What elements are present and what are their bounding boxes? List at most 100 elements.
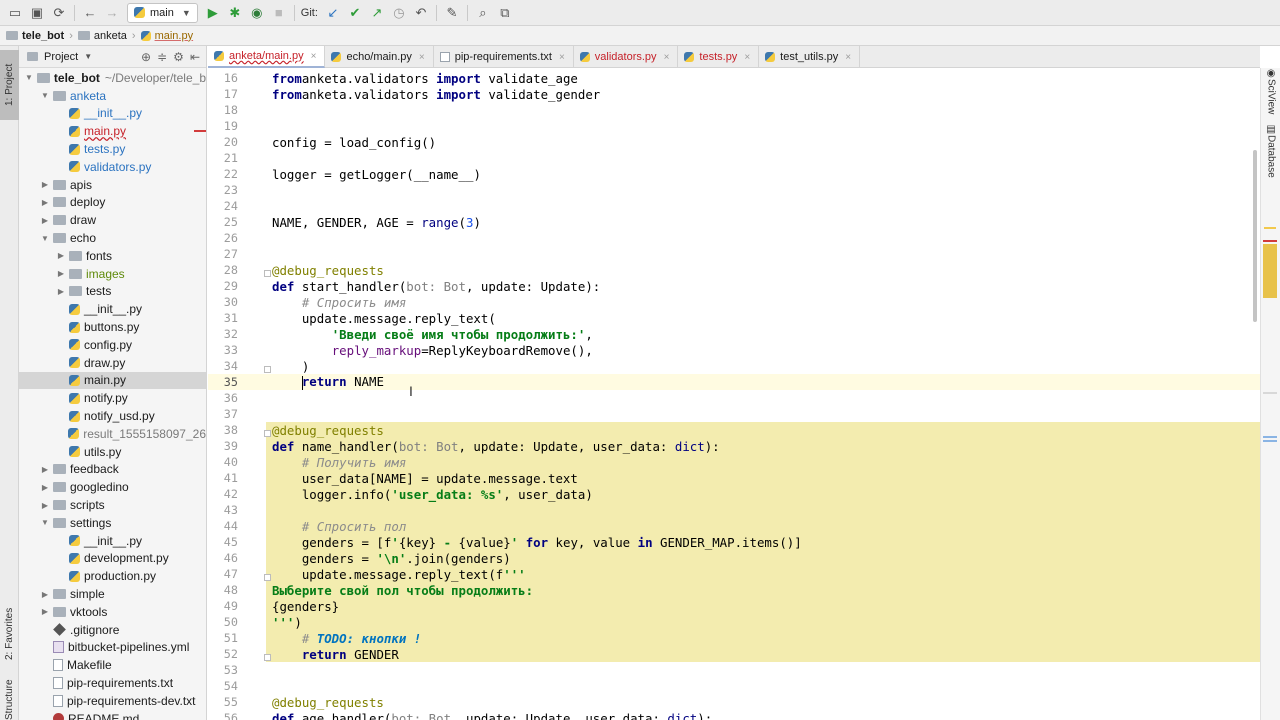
code-line[interactable]: 28 @debug_requests: [208, 262, 1260, 278]
chevron-down-icon[interactable]: ▼: [39, 91, 51, 100]
code-line[interactable]: 43: [208, 502, 1260, 518]
tree-folder[interactable]: ▶ images: [19, 265, 206, 283]
tree-folder[interactable]: ▼ echo: [19, 229, 206, 247]
run-icon[interactable]: ▶: [202, 2, 224, 24]
chevron-right-icon[interactable]: ▶: [39, 590, 51, 599]
tree-file[interactable]: .gitignore: [19, 621, 206, 639]
chevron-down-icon[interactable]: ▼: [39, 518, 51, 527]
chevron-down-icon[interactable]: ▼: [23, 73, 35, 82]
tree-file[interactable]: buttons.py: [19, 318, 206, 336]
tree-file[interactable]: main.py: [19, 122, 206, 140]
code-line[interactable]: 19: [208, 118, 1260, 134]
tree-folder[interactable]: ▶ apis: [19, 176, 206, 194]
tree-file[interactable]: config.py: [19, 336, 206, 354]
history-icon[interactable]: ◷: [388, 2, 410, 24]
code-editor[interactable]: 16 fromanketa.validators import validate_…: [208, 68, 1260, 720]
tree-folder[interactable]: ▶ simple: [19, 585, 206, 603]
error-marker[interactable]: [1263, 240, 1277, 242]
code-line[interactable]: 22 logger = getLogger(__name__): [208, 166, 1260, 182]
breadcrumb-file[interactable]: main.py: [140, 30, 193, 42]
chevron-right-icon[interactable]: ▶: [55, 269, 67, 278]
code-line[interactable]: 39 def name_handler(bot: Bot, update: Upd…: [208, 438, 1260, 454]
run-configuration-select[interactable]: main ▼: [127, 2, 198, 23]
fold-marker-icon[interactable]: [264, 366, 271, 373]
chevron-right-icon[interactable]: ▶: [39, 483, 51, 492]
close-tab-icon[interactable]: ×: [744, 52, 750, 63]
code-line[interactable]: 29 def start_handler(bot: Bot, update: Up…: [208, 278, 1260, 294]
close-tab-icon[interactable]: ×: [664, 52, 670, 63]
code-line[interactable]: 24: [208, 198, 1260, 214]
tree-file[interactable]: bitbucket-pipelines.yml: [19, 639, 206, 657]
tree-file[interactable]: pip-requirements-dev.txt: [19, 692, 206, 710]
code-line[interactable]: 25 NAME, GENDER, AGE = range(3): [208, 214, 1260, 230]
tree-file[interactable]: notify.py: [19, 389, 206, 407]
search-icon[interactable]: ⌕: [472, 2, 494, 24]
tree-file[interactable]: validators.py: [19, 158, 206, 176]
locate-icon[interactable]: ⊕: [141, 50, 151, 64]
editor-tab[interactable]: echo/main.py ×: [325, 46, 434, 68]
code-line[interactable]: 45 genders = [f'{key} - {value}' for key…: [208, 534, 1260, 550]
code-line[interactable]: 52 return GENDER: [208, 646, 1260, 662]
chevron-right-icon[interactable]: ▶: [39, 501, 51, 510]
coverage-icon[interactable]: ◉: [246, 2, 268, 24]
tree-folder[interactable]: ▶ fonts: [19, 247, 206, 265]
code-line[interactable]: 38 @debug_requests: [208, 422, 1260, 438]
editor-tab[interactable]: pip-requirements.txt ×: [434, 46, 574, 68]
hide-icon[interactable]: ⇤: [190, 50, 200, 64]
chevron-down-icon[interactable]: ▼: [84, 52, 92, 61]
open-folder-icon[interactable]: ▭: [4, 2, 26, 24]
breadcrumb-project[interactable]: tele_bot: [6, 30, 64, 42]
close-tab-icon[interactable]: ×: [559, 52, 565, 63]
code-line[interactable]: 20 config = load_config(): [208, 134, 1260, 150]
tree-file[interactable]: pip-requirements.txt: [19, 674, 206, 692]
sync-icon[interactable]: ⟳: [48, 2, 70, 24]
code-line[interactable]: 46 genders = '\n'.join(genders): [208, 550, 1260, 566]
forward-arrow-icon[interactable]: →: [101, 2, 123, 24]
rollback-icon[interactable]: ↶: [410, 2, 432, 24]
tree-file[interactable]: result_1555158097_26: [19, 425, 206, 443]
code-line[interactable]: 30 # Спросить имя: [208, 294, 1260, 310]
tree-file[interactable]: __init__.py: [19, 532, 206, 550]
code-line[interactable]: 54: [208, 678, 1260, 694]
fold-marker-icon[interactable]: [264, 430, 271, 437]
project-panel-title[interactable]: Project: [44, 51, 78, 63]
tree-file[interactable]: development.py: [19, 550, 206, 568]
change-marker[interactable]: [1263, 440, 1277, 442]
editor-tab[interactable]: tests.py ×: [678, 46, 760, 68]
database-tool-tab[interactable]: ▤ Database: [1262, 124, 1280, 204]
code-line[interactable]: 32 'Введи своё имя чтобы продолжить:',: [208, 326, 1260, 342]
tree-folder[interactable]: ▼ tele_bot ~/Developer/tele_b: [19, 69, 206, 87]
back-arrow-icon[interactable]: ←: [79, 2, 101, 24]
tree-folder[interactable]: ▼ settings: [19, 514, 206, 532]
code-line[interactable]: 50 '''): [208, 614, 1260, 630]
code-line[interactable]: 42 logger.info('user_data: %s', user_dat…: [208, 486, 1260, 502]
debug-icon[interactable]: ✱: [224, 2, 246, 24]
git-commit-icon[interactable]: ✔: [344, 2, 366, 24]
chevron-right-icon[interactable]: ▶: [39, 216, 51, 225]
code-line[interactable]: 27: [208, 246, 1260, 262]
tree-file[interactable]: draw.py: [19, 354, 206, 372]
code-line[interactable]: 23: [208, 182, 1260, 198]
favorites-tool-tab[interactable]: 2: Favorites: [0, 594, 19, 674]
code-line[interactable]: 31 update.message.reply_text(: [208, 310, 1260, 326]
git-update-icon[interactable]: ↙: [322, 2, 344, 24]
code-line[interactable]: 16 fromanketa.validators import validate_…: [208, 70, 1260, 86]
editor-scrollbar[interactable]: [1253, 150, 1257, 322]
highlight-marker[interactable]: [1263, 244, 1277, 298]
chevron-right-icon[interactable]: ▶: [39, 198, 51, 207]
chevron-down-icon[interactable]: ▼: [39, 234, 51, 243]
code-line[interactable]: 49 {genders}: [208, 598, 1260, 614]
tree-file[interactable]: notify_usd.py: [19, 407, 206, 425]
tree-folder[interactable]: ▶ feedback: [19, 461, 206, 479]
breadcrumb-folder[interactable]: anketa: [77, 30, 127, 42]
chevron-right-icon[interactable]: ▶: [55, 287, 67, 296]
tree-file[interactable]: utils.py: [19, 443, 206, 461]
project-structure-icon[interactable]: ⧉: [494, 2, 516, 24]
code-line[interactable]: 40 # Получить имя: [208, 454, 1260, 470]
code-line[interactable]: 48 Выберите свой пол чтобы продолжить:: [208, 582, 1260, 598]
code-line[interactable]: 17 fromanketa.validators import validate_…: [208, 86, 1260, 102]
tree-folder[interactable]: ▶ googledino: [19, 478, 206, 496]
tree-folder[interactable]: ▶ tests: [19, 283, 206, 301]
code-line[interactable]: 47 update.message.reply_text(f''': [208, 566, 1260, 582]
code-line[interactable]: 36: [208, 390, 1260, 406]
